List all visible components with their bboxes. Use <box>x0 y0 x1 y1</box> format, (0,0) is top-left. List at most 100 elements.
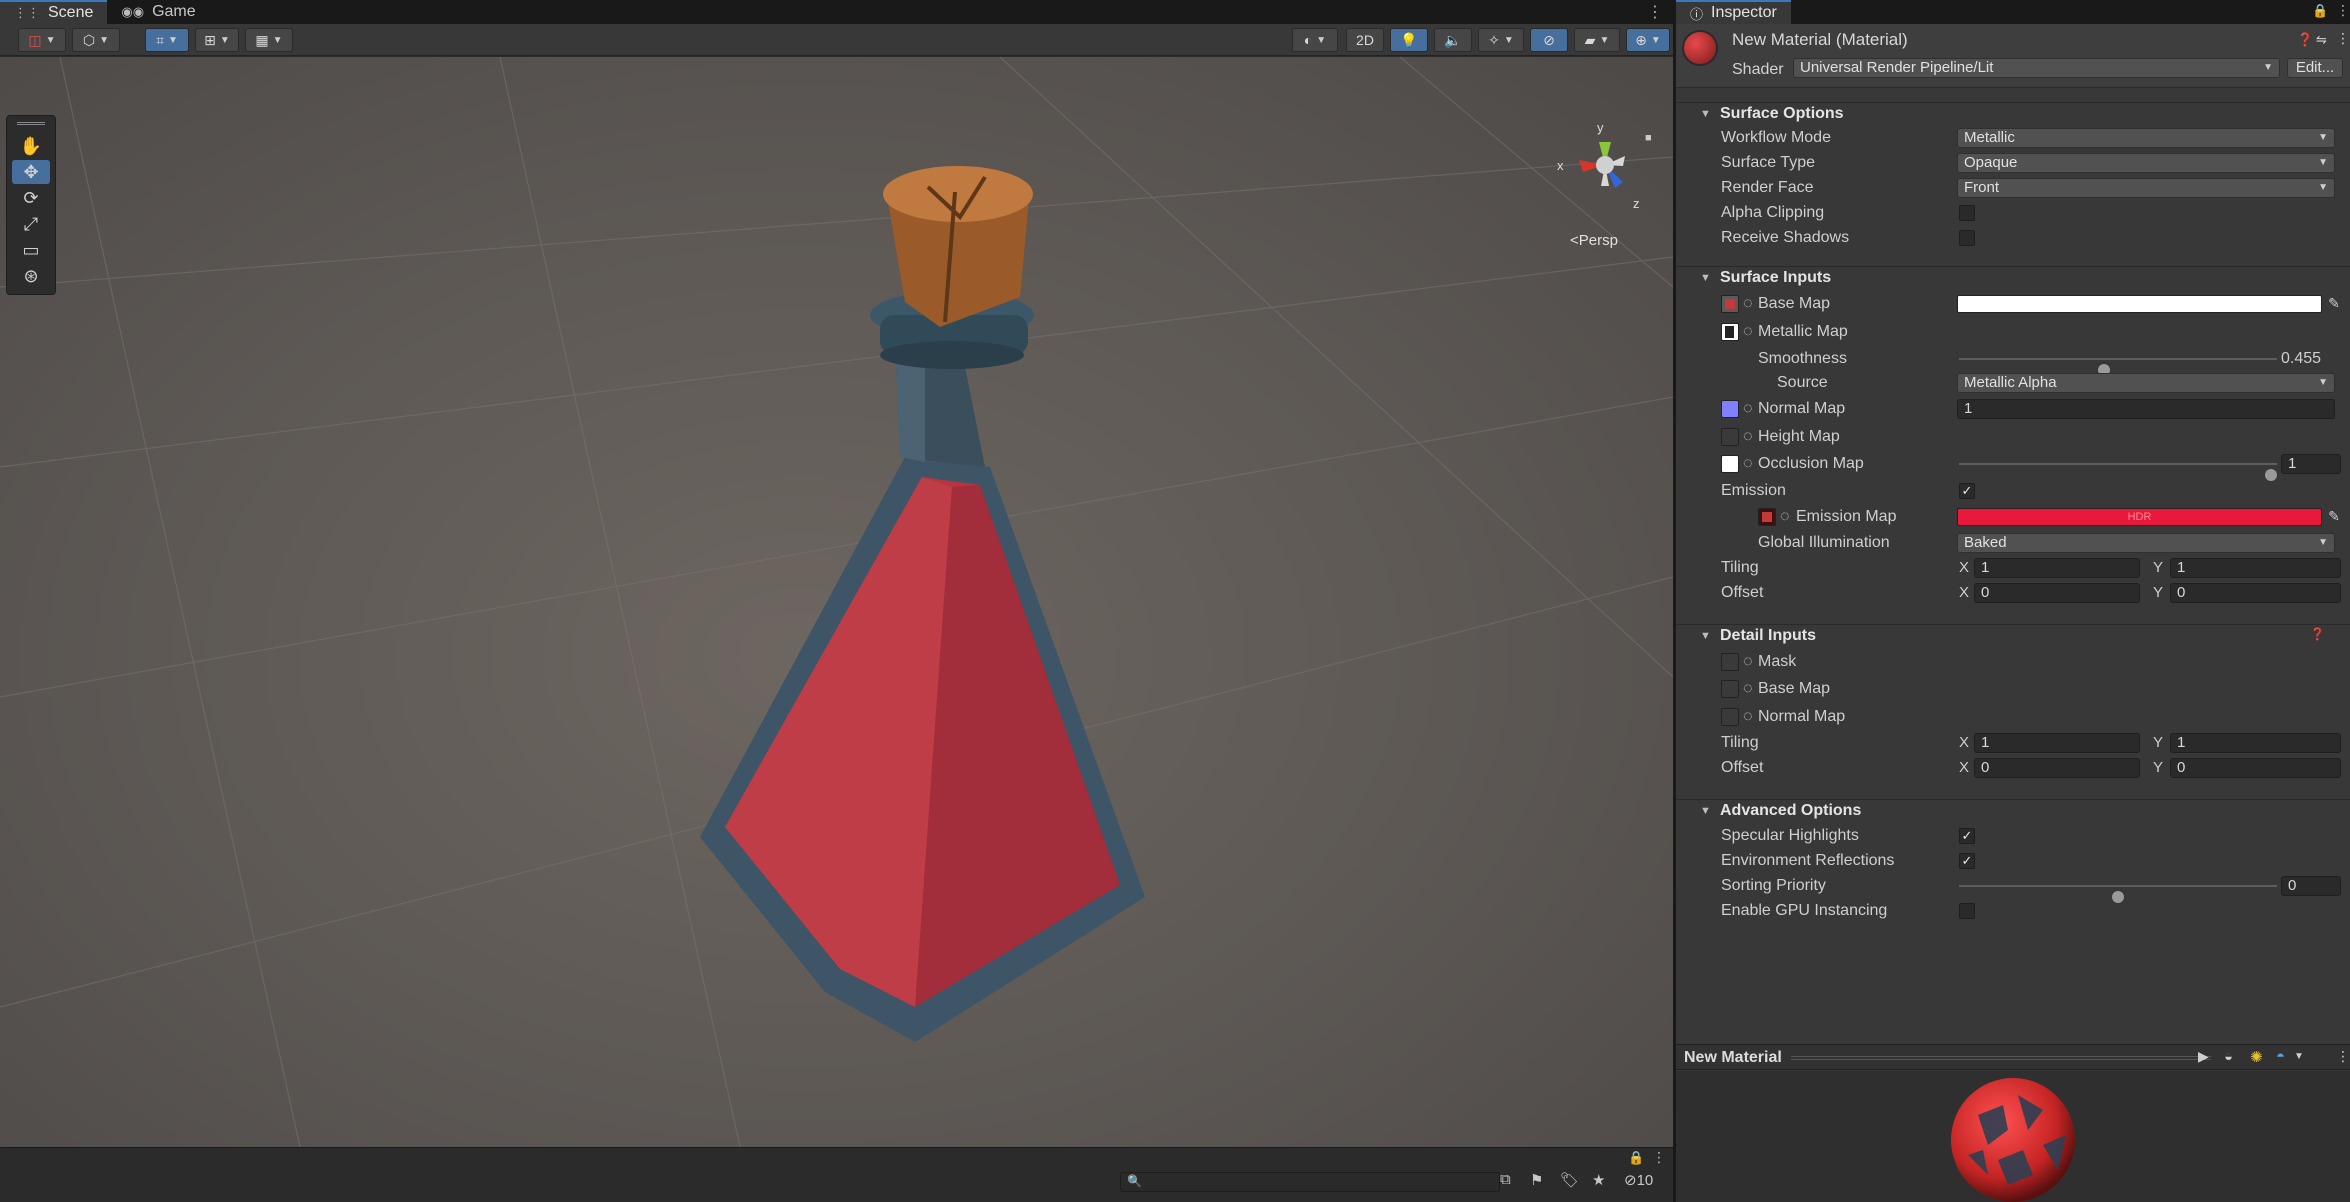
occlusion-value-field[interactable]: 1 <box>2281 454 2341 474</box>
target-icon[interactable]: ◌ <box>1743 428 1753 446</box>
preview-drag-handle[interactable] <box>1791 1056 2211 1060</box>
render-mode-button[interactable]: ⬡ ▼ <box>72 28 120 52</box>
section-surface-options[interactable]: ▼ Surface Options <box>1676 102 2350 126</box>
draw-mode-button[interactable]: ◫ ▼ <box>18 28 66 52</box>
scene-filter-icon[interactable]: ⧉ <box>1500 1171 1511 1188</box>
gpu-instancing-checkbox[interactable] <box>1959 903 1975 919</box>
play-icon[interactable]: ▶ <box>2198 1048 2209 1065</box>
background-sphere-icon[interactable]: ◓ <box>2276 1048 2285 1065</box>
sorting-priority-field[interactable]: 0 <box>2281 876 2341 896</box>
help-icon[interactable]: ❓ <box>2310 627 2325 641</box>
more-options-icon[interactable]: ⋮ <box>2336 2 2350 19</box>
lock-icon[interactable]: 🔒 <box>2312 3 2328 19</box>
workflow-mode-dropdown[interactable]: Metallic ▼ <box>1957 128 2335 148</box>
preview-shape-icon[interactable]: ◒ <box>2224 1048 2233 1065</box>
base-map-color-field[interactable] <box>1957 295 2322 313</box>
preview-header[interactable]: New Material ▶ ◒ ✺ ◓ ▼ ⋮ <box>1676 1044 2350 1070</box>
specular-highlights-checkbox[interactable]: ✓ <box>1959 828 1975 844</box>
chevron-down-icon[interactable]: ▼ <box>2294 1051 2304 1062</box>
normal-map-scale-field[interactable]: 1 <box>1957 399 2335 419</box>
detail-tiling-y-field[interactable]: 1 <box>2170 733 2341 753</box>
preset-icon[interactable]: ⇋ <box>2316 32 2327 48</box>
smoothness-value[interactable]: 0.455 <box>2281 350 2321 368</box>
rotate-tool-button[interactable]: ⟳ <box>12 186 50 210</box>
more-options-icon[interactable]: ⋮ <box>1647 2 1663 22</box>
edit-shader-button[interactable]: Edit... <box>2287 58 2343 78</box>
offset-x-field[interactable]: 0 <box>1974 583 2140 603</box>
emission-checkbox[interactable]: ✓ <box>1959 483 1975 499</box>
alpha-clipping-checkbox[interactable] <box>1959 205 1975 221</box>
tab-scene[interactable]: ⋮⋮ Scene <box>0 0 108 24</box>
type-filter-icon[interactable]: ⚑ <box>1530 1171 1543 1189</box>
sorting-priority-slider[interactable] <box>1959 885 2277 903</box>
lock-icon[interactable]: ■ <box>1645 132 1652 144</box>
smoothness-slider[interactable] <box>1959 358 2277 376</box>
increment-snap-button[interactable]: ⊞ ▼ <box>195 28 239 52</box>
section-detail-inputs[interactable]: ▼ Detail Inputs ❓ <box>1676 624 2350 648</box>
metallic-map-texture-slot[interactable] <box>1721 323 1739 341</box>
height-map-texture-slot[interactable] <box>1721 428 1739 446</box>
detail-offset-y-field[interactable]: 0 <box>2170 758 2341 778</box>
hand-tool-button[interactable]: ✋ <box>12 134 50 158</box>
hierarchy-search-input[interactable]: 🔍 <box>1120 1172 1500 1192</box>
target-icon[interactable]: ◌ <box>1743 455 1753 473</box>
label-filter-icon[interactable]: 🏷 <box>1560 1171 1579 1189</box>
occlusion-map-texture-slot[interactable] <box>1721 455 1739 473</box>
effects-button[interactable]: ✧ ▼ <box>1478 28 1524 52</box>
target-icon[interactable]: ◌ <box>1743 295 1753 313</box>
shader-dropdown[interactable]: Universal Render Pipeline/Lit ▼ <box>1793 58 2280 78</box>
hidden-objects-icon[interactable]: ⊘10 <box>1624 1171 1653 1189</box>
grid-snapping-button[interactable]: ⌗ ▼ <box>145 28 189 52</box>
light-toggle-icon[interactable]: ✺ <box>2250 1048 2263 1066</box>
move-tool-button[interactable]: ✥ <box>12 160 50 184</box>
orientation-gizmo[interactable]: y x z ■ <box>1545 120 1665 220</box>
section-surface-inputs[interactable]: ▼ Surface Inputs <box>1676 266 2350 290</box>
camera-mode-label[interactable]: <Persp <box>1570 232 1618 249</box>
eyedropper-icon[interactable]: ✎ <box>2326 295 2342 311</box>
target-icon[interactable]: ◌ <box>1743 323 1753 341</box>
audio-toggle[interactable]: 🔈 <box>1434 28 1472 52</box>
scene-visibility-toggle[interactable]: ⊘ <box>1530 28 1568 52</box>
palette-drag-handle[interactable] <box>17 122 45 125</box>
scene-viewport[interactable]: ✋ ✥ ⟳ ⤢ ▭ ⊛ y x z ■ <Persp <box>0 57 1673 1147</box>
shading-mode-button[interactable]: ◐ ▼ <box>1292 28 1338 52</box>
star-icon[interactable]: ★ <box>1592 1171 1605 1189</box>
scale-tool-button[interactable]: ⤢ <box>12 212 50 236</box>
target-icon[interactable]: ◌ <box>1743 680 1753 698</box>
more-options-icon[interactable]: ⋮ <box>2336 1048 2350 1065</box>
more-options-icon[interactable]: ⋮ <box>1652 1149 1666 1166</box>
gizmos-button[interactable]: ⊕ ▼ <box>1626 28 1670 52</box>
view-2d-toggle[interactable]: 2D <box>1346 28 1384 52</box>
surface-type-dropdown[interactable]: Opaque ▼ <box>1957 153 2335 173</box>
rect-tool-button[interactable]: ▭ <box>12 238 50 262</box>
camera-settings-button[interactable]: ▰ ▼ <box>1574 28 1620 52</box>
target-icon[interactable]: ◌ <box>1743 708 1753 726</box>
material-preview-area[interactable] <box>1676 1071 2350 1202</box>
detail-offset-x-field[interactable]: 0 <box>1974 758 2140 778</box>
occlusion-slider[interactable] <box>1959 463 2277 481</box>
environment-reflections-checkbox[interactable]: ✓ <box>1959 853 1975 869</box>
detail-tiling-x-field[interactable]: 1 <box>1974 733 2140 753</box>
lighting-toggle[interactable]: 💡 <box>1390 28 1428 52</box>
receive-shadows-checkbox[interactable] <box>1959 230 1975 246</box>
normal-map-texture-slot[interactable] <box>1721 400 1739 418</box>
help-icon[interactable]: ❓ <box>2297 32 2313 48</box>
detail-normal-map-texture-slot[interactable] <box>1721 708 1739 726</box>
target-icon[interactable]: ◌ <box>1780 508 1790 526</box>
eyedropper-icon[interactable]: ✎ <box>2326 508 2342 524</box>
tab-inspector[interactable]: ⓘ Inspector <box>1676 0 1791 24</box>
source-dropdown[interactable]: Metallic Alpha ▼ <box>1957 373 2335 393</box>
target-icon[interactable]: ◌ <box>1743 653 1753 671</box>
base-map-texture-slot[interactable] <box>1721 295 1739 313</box>
lock-icon[interactable]: 🔒 <box>1628 1150 1644 1166</box>
render-face-dropdown[interactable]: Front ▼ <box>1957 178 2335 198</box>
mask-texture-slot[interactable] <box>1721 653 1739 671</box>
transform-tool-button[interactable]: ⊛ <box>12 264 50 288</box>
tiling-y-field[interactable]: 1 <box>2170 558 2341 578</box>
section-advanced-options[interactable]: ▼ Advanced Options <box>1676 799 2350 823</box>
emission-map-texture-slot[interactable] <box>1758 508 1776 526</box>
grid-visibility-button[interactable]: ▦ ▼ <box>245 28 293 52</box>
global-illumination-dropdown[interactable]: Baked ▼ <box>1957 533 2335 553</box>
tiling-x-field[interactable]: 1 <box>1974 558 2140 578</box>
offset-y-field[interactable]: 0 <box>2170 583 2341 603</box>
